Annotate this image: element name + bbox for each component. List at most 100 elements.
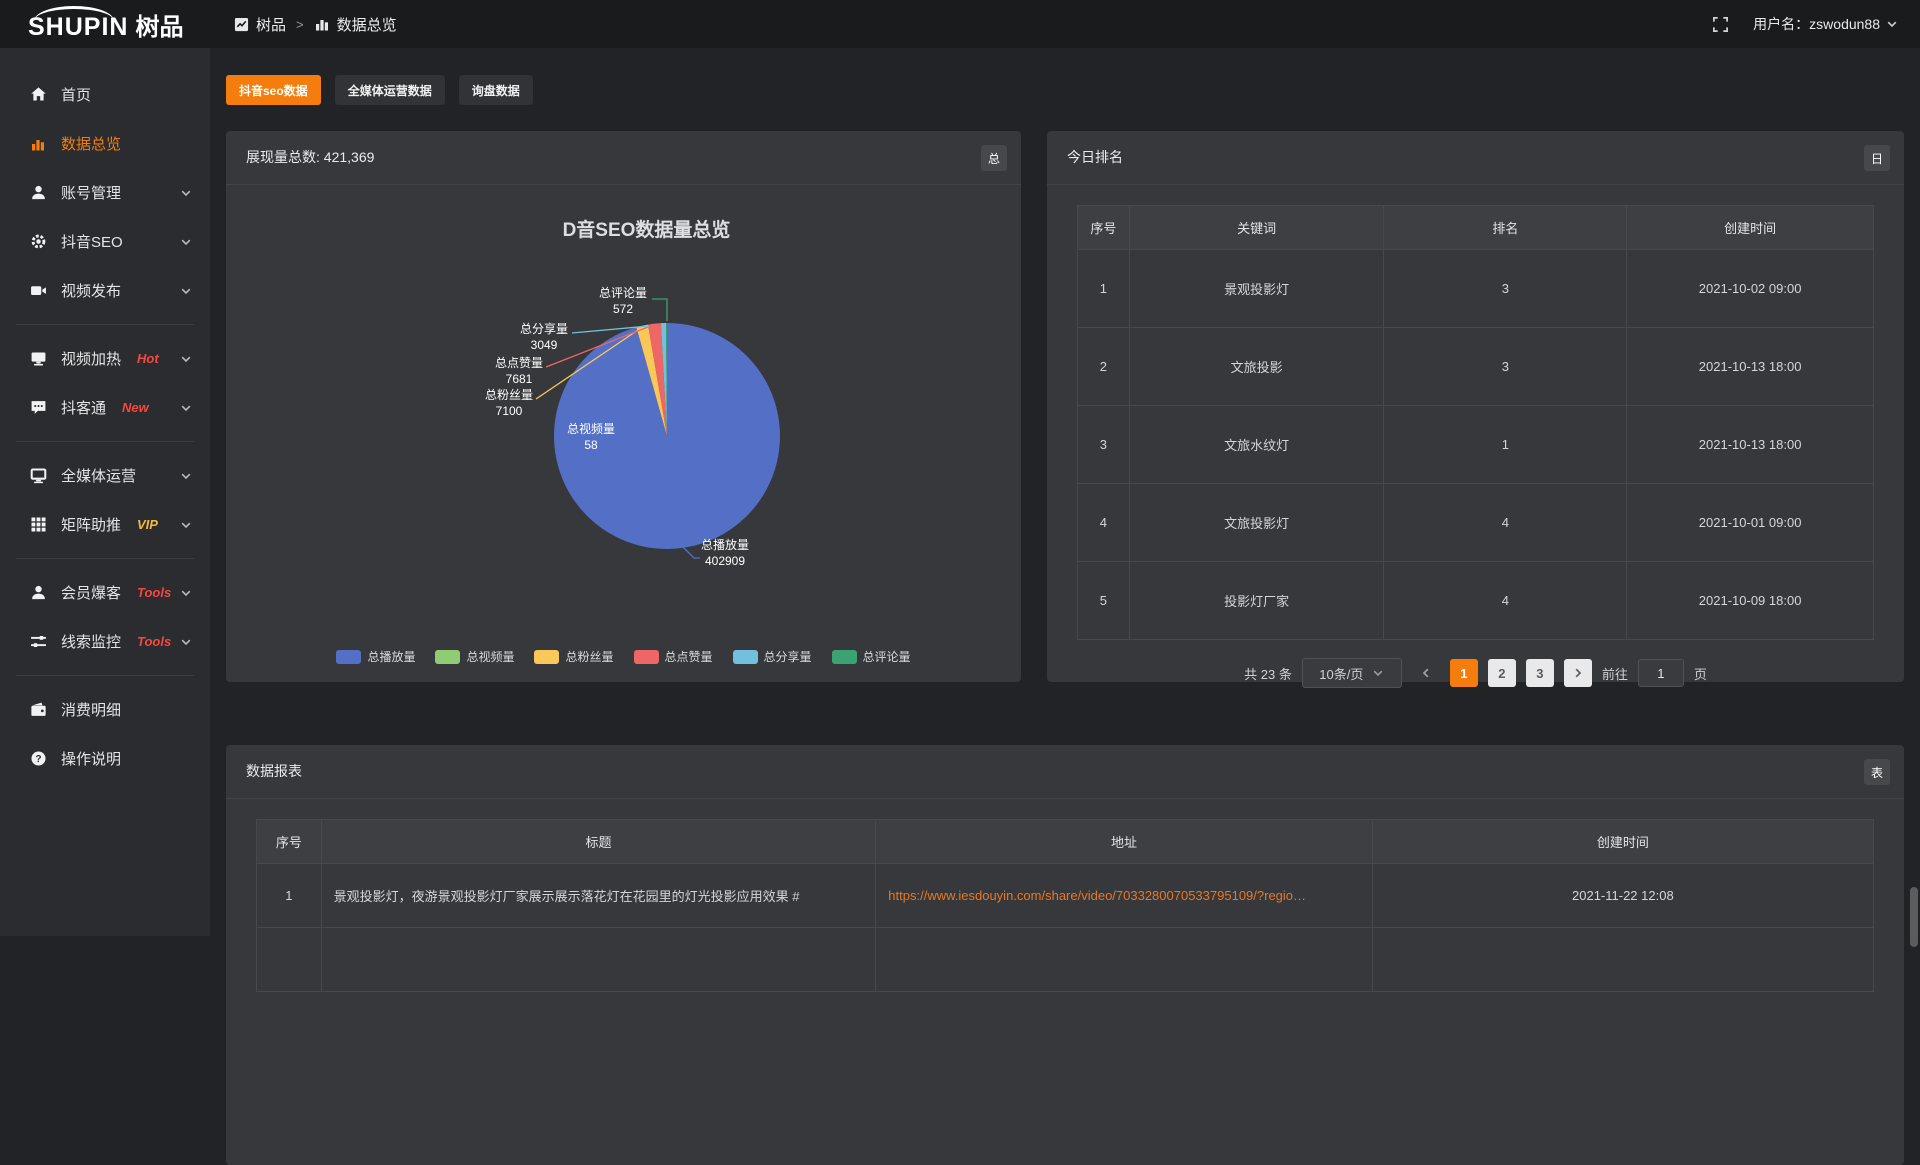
svg-text:?: ? bbox=[35, 754, 41, 765]
sidebar-item-label: 全媒体运营 bbox=[61, 465, 136, 486]
tab-douyin-seo-data[interactable]: 抖音seo数据 bbox=[226, 75, 321, 105]
cell-3: 2021-10-02 09:00 bbox=[1627, 250, 1874, 328]
sidebar-item-label: 账号管理 bbox=[61, 182, 121, 203]
cell-2: 3 bbox=[1384, 328, 1627, 406]
table-row: 1景观投影灯，夜游景观投影灯厂家展示展示落花灯在花园里的灯光投影应用效果 #ht… bbox=[257, 864, 1874, 928]
column-header: 关键词 bbox=[1129, 206, 1384, 250]
prev-page-button[interactable] bbox=[1412, 659, 1440, 687]
breadcrumb-item-root[interactable]: 树品 bbox=[234, 14, 286, 35]
goto-page-input[interactable] bbox=[1638, 659, 1684, 687]
sidebar-item-member-baoke[interactable]: 会员爆客Tools bbox=[0, 568, 210, 617]
sidebar-item-douketong[interactable]: 抖客通New bbox=[0, 383, 210, 432]
legend-item-总分享量[interactable]: 总分享量 bbox=[733, 648, 812, 665]
user-menu[interactable]: 用户名：zswodun88 bbox=[1753, 14, 1898, 34]
next-page-button[interactable] bbox=[1564, 659, 1592, 687]
cell-0: 1 bbox=[1078, 250, 1130, 328]
data-report-card: 数据报表 表 序号标题地址创建时间 1景观投影灯，夜游景观投影灯厂家展示展示落花… bbox=[226, 745, 1904, 1165]
pie-label-value: 7100 bbox=[485, 403, 533, 419]
cell-0: 2 bbox=[1078, 328, 1130, 406]
main-content: 抖音seo数据全媒体运营数据询盘数据 展现量总数: 421,369 总 D音SE… bbox=[210, 48, 1920, 936]
sidebar-item-media-operation[interactable]: 全媒体运营 bbox=[0, 451, 210, 500]
pie-label-value: 58 bbox=[562, 437, 620, 453]
legend-label: 总播放量 bbox=[367, 648, 415, 665]
cell-3: 2021-11-22 12:08 bbox=[1372, 864, 1873, 928]
sidebar-divider bbox=[16, 558, 194, 559]
pie-label-总评论量: 总评论量572 bbox=[599, 285, 647, 317]
logo-text-en: SHUPIN bbox=[28, 13, 128, 42]
card-header: 展现量总数: 421,369 bbox=[226, 131, 1021, 185]
legend-swatch bbox=[435, 650, 460, 664]
fullscreen-icon[interactable] bbox=[1712, 16, 1729, 33]
app-logo[interactable]: SHUPIN 树品 bbox=[0, 7, 210, 42]
chevron-down-icon bbox=[180, 236, 192, 248]
sidebar-item-account-manage[interactable]: 账号管理 bbox=[0, 168, 210, 217]
cell-2: 3 bbox=[1384, 250, 1627, 328]
cell-1: 文旅水纹灯 bbox=[1129, 406, 1384, 484]
home-icon bbox=[30, 86, 48, 104]
cell-empty bbox=[876, 928, 1372, 992]
page-button-1[interactable]: 1 bbox=[1450, 659, 1478, 687]
page-size-select[interactable]: 10条/页 bbox=[1302, 658, 1402, 688]
chevron-down-icon bbox=[180, 402, 192, 414]
tab-inquiry-data[interactable]: 询盘数据 bbox=[459, 75, 533, 105]
card-header: 数据报表 bbox=[226, 745, 1904, 799]
cell-3: 2021-10-01 09:00 bbox=[1627, 484, 1874, 562]
total-badge-button[interactable]: 总 bbox=[981, 145, 1007, 171]
table-badge-button[interactable]: 表 bbox=[1864, 759, 1890, 785]
legend-label: 总粉丝量 bbox=[565, 648, 613, 665]
breadcrumb-item-current[interactable]: 数据总览 bbox=[314, 14, 397, 35]
sidebar-item-video-heat[interactable]: 视频加热Hot bbox=[0, 334, 210, 383]
video-link[interactable]: https://www.iesdouyin.com/share/video/70… bbox=[888, 888, 1306, 903]
sidebar-item-home[interactable]: 首页 bbox=[0, 70, 210, 119]
user-icon bbox=[30, 584, 48, 602]
tab-media-operation-data[interactable]: 全媒体运营数据 bbox=[335, 75, 445, 105]
pie-label-value: 572 bbox=[599, 301, 647, 317]
sidebar-item-clue-monitor[interactable]: 线索监控Tools bbox=[0, 617, 210, 666]
legend-swatch bbox=[534, 650, 559, 664]
header-right: 用户名：zswodun88 bbox=[1712, 14, 1920, 34]
legend-item-总评论量[interactable]: 总评论量 bbox=[832, 648, 911, 665]
sidebar-item-matrix-boost[interactable]: 矩阵助推VIP bbox=[0, 500, 210, 549]
question-icon: ? bbox=[30, 750, 48, 768]
sidebar-divider bbox=[16, 675, 194, 676]
sidebar-item-douyin-seo[interactable]: 抖音SEO bbox=[0, 217, 210, 266]
cell-empty bbox=[321, 928, 876, 992]
table-row: 3文旅水纹灯12021-10-13 18:00 bbox=[1078, 406, 1874, 484]
page-button-3[interactable]: 3 bbox=[1526, 659, 1554, 687]
sidebar-item-label: 首页 bbox=[61, 84, 91, 105]
sidebar-item-label: 数据总览 bbox=[61, 133, 121, 154]
ranking-title: 今日排名 bbox=[1067, 149, 1123, 165]
user-icon bbox=[30, 184, 48, 202]
column-header: 创建时间 bbox=[1627, 206, 1874, 250]
cell-3: 2021-10-09 18:00 bbox=[1627, 562, 1874, 640]
pie-label-name: 总评论量 bbox=[599, 285, 647, 301]
chevron-down-icon bbox=[180, 470, 192, 482]
pie-label-总分享量: 总分享量3049 bbox=[520, 321, 568, 353]
sidebar-item-data-overview[interactable]: 数据总览 bbox=[0, 119, 210, 168]
page-button-2[interactable]: 2 bbox=[1488, 659, 1516, 687]
sidebar-item-badge: New bbox=[122, 400, 149, 415]
breadcrumb-separator: > bbox=[296, 17, 304, 32]
grid-icon bbox=[30, 516, 48, 534]
column-header: 创建时间 bbox=[1372, 820, 1873, 864]
sidebar-item-badge: VIP bbox=[137, 517, 158, 532]
legend-item-总点赞量[interactable]: 总点赞量 bbox=[634, 648, 713, 665]
monitor-icon bbox=[30, 467, 48, 485]
today-ranking-card: 今日排名 日 序号关键词排名创建时间 1景观投影灯32021-10-02 09:… bbox=[1047, 131, 1904, 682]
cell-1: 文旅投影灯 bbox=[1129, 484, 1384, 562]
sidebar-item-consumption-detail[interactable]: 消费明细 bbox=[0, 685, 210, 734]
chevron-down-icon bbox=[180, 519, 192, 531]
table-row: 5投影灯厂家42021-10-09 18:00 bbox=[1078, 562, 1874, 640]
legend-item-总视频量[interactable]: 总视频量 bbox=[435, 648, 514, 665]
pie-label-总视频量: 总视频量58 bbox=[562, 421, 620, 453]
legend-item-总播放量[interactable]: 总播放量 bbox=[336, 648, 415, 665]
breadcrumb: 树品 > 数据总览 bbox=[234, 14, 397, 35]
column-header: 排名 bbox=[1384, 206, 1627, 250]
cell-3: 2021-10-13 18:00 bbox=[1627, 328, 1874, 406]
pagination: 共 23 条10条/页123前往页 bbox=[1047, 658, 1904, 688]
sidebar-item-instructions[interactable]: ?操作说明 bbox=[0, 734, 210, 783]
page-scrollbar-thumb[interactable] bbox=[1910, 887, 1918, 947]
sidebar-item-video-publish[interactable]: 视频发布 bbox=[0, 266, 210, 315]
legend-item-总粉丝量[interactable]: 总粉丝量 bbox=[534, 648, 613, 665]
day-badge-button[interactable]: 日 bbox=[1864, 145, 1890, 171]
